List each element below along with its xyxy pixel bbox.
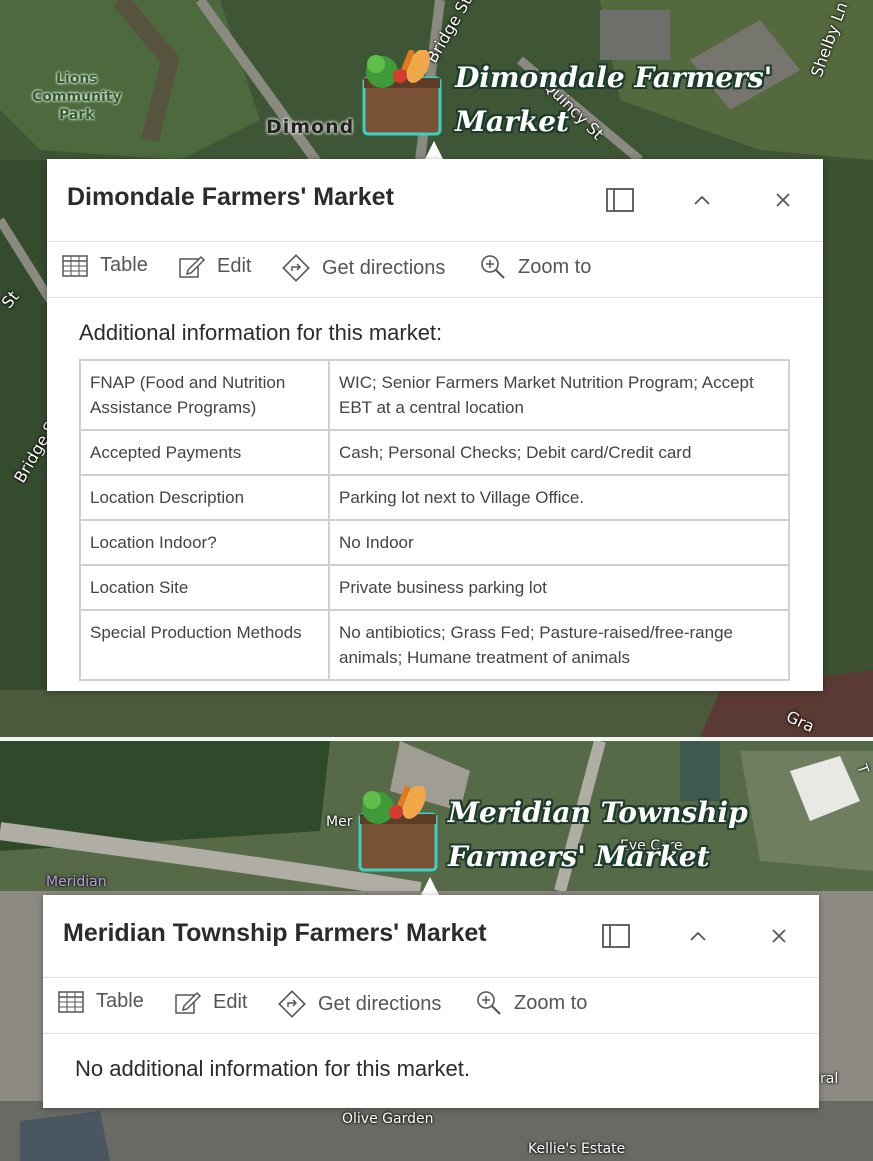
- marker-title[interactable]: Dimondale Farmers' Market: [455, 56, 772, 144]
- table-label: Table: [96, 990, 144, 1012]
- table-row: Location Description Parking lot next to …: [79, 474, 790, 521]
- action-bar: Table Edit Get directions Zoom to: [43, 978, 819, 1034]
- edit-action[interactable]: Edit: [175, 990, 247, 1014]
- zoom-to-label: Zoom to: [518, 255, 592, 278]
- zoom-to-icon: [477, 991, 501, 1015]
- marker-title-line1: Meridian Township: [448, 796, 748, 829]
- action-bar: Table Edit Get directions Zoom to: [47, 242, 823, 298]
- marker-title-line2: Market: [455, 105, 570, 138]
- park-line2: Community: [32, 89, 122, 105]
- table-label: Table: [100, 254, 148, 276]
- table-value: Private business parking lot: [328, 564, 790, 611]
- map-label-place: ral: [820, 1071, 839, 1087]
- table-value: No Indoor: [328, 519, 790, 566]
- no-info-message: No additional information for this marke…: [75, 1056, 470, 1081]
- map-label-place: Meridian: [46, 874, 107, 890]
- dock-icon: [602, 924, 630, 948]
- map-panel-meridian[interactable]: Meridian Mer Eye Care Olive Garden Kelli…: [0, 741, 873, 1161]
- close-icon: [776, 193, 790, 207]
- close-icon: [772, 929, 786, 943]
- edit-action[interactable]: Edit: [179, 254, 251, 278]
- zoom-to-action[interactable]: Zoom to: [476, 990, 587, 1016]
- table-value: Cash; Personal Checks; Debit card/Credit…: [328, 429, 790, 476]
- directions-icon: [282, 254, 310, 282]
- grocery-bag-icon[interactable]: [360, 48, 444, 141]
- edit-icon: [175, 991, 201, 1014]
- map-panel-dimondale[interactable]: Lions Community Park Dimond Bridge St Quin…: [0, 0, 873, 737]
- edit-icon: [179, 255, 205, 278]
- info-table: FNAP (Food and Nutrition Assistance Prog…: [79, 359, 790, 681]
- map-label-park: Lions Community Park: [32, 70, 122, 124]
- map-label-town: Dimond: [266, 116, 355, 138]
- collapse-icon: [694, 195, 710, 205]
- directions-action[interactable]: Get directions: [282, 254, 445, 282]
- table-row: Location Site Private business parking lo…: [79, 564, 790, 611]
- collapse-button[interactable]: [685, 183, 719, 217]
- map-label-place: Kellie's Estate: [528, 1141, 626, 1157]
- table-key: Special Production Methods: [79, 609, 330, 681]
- popup: Meridian Township Farmers' Market Table …: [43, 895, 819, 1108]
- table-key: Accepted Payments: [79, 429, 330, 476]
- zoom-to-icon: [481, 255, 505, 279]
- table-key: Location Site: [79, 564, 330, 611]
- table-value: Parking lot next to Village Office.: [328, 474, 790, 521]
- edit-label: Edit: [213, 990, 248, 1013]
- table-action[interactable]: Table: [62, 254, 148, 277]
- park-line1: Lions: [55, 71, 98, 87]
- table-action[interactable]: Table: [58, 990, 144, 1013]
- dock-button[interactable]: [599, 919, 633, 953]
- popup-content: Additional information for this market: …: [47, 298, 823, 681]
- dock-icon: [606, 188, 634, 212]
- table-icon: [58, 990, 84, 1013]
- popup-pointer: [425, 141, 443, 159]
- table-icon: [62, 254, 88, 277]
- directions-label: Get directions: [318, 992, 442, 1015]
- table-row: Accepted Payments Cash; Personal Checks; …: [79, 429, 790, 476]
- marker-title[interactable]: Meridian Township Farmers' Market: [448, 791, 748, 879]
- collapse-icon: [690, 931, 706, 941]
- grocery-bag-icon[interactable]: [356, 784, 440, 877]
- map-label-place: Olive Garden: [342, 1111, 434, 1127]
- table-value: WIC; Senior Farmers Market Nutrition Pro…: [328, 359, 790, 431]
- popup-pointer: [421, 877, 439, 895]
- table-key: Location Description: [79, 474, 330, 521]
- zoom-to-label: Zoom to: [514, 991, 588, 1014]
- directions-label: Get directions: [322, 256, 446, 279]
- directions-action[interactable]: Get directions: [278, 990, 441, 1018]
- info-heading: Additional information for this market:: [79, 320, 443, 345]
- popup: Dimondale Farmers' Market Table Edit Get…: [47, 159, 823, 691]
- collapse-button[interactable]: [681, 919, 715, 953]
- map-label-place: Mer: [326, 814, 353, 830]
- popup-header: Meridian Township Farmers' Market: [43, 895, 819, 978]
- table-row: Special Production Methods No antibiotics…: [79, 609, 790, 681]
- directions-icon: [278, 990, 306, 1018]
- popup-header: Dimondale Farmers' Market: [47, 159, 823, 242]
- table-key: Location Indoor?: [79, 519, 330, 566]
- table-row: FNAP (Food and Nutrition Assistance Prog…: [79, 359, 790, 431]
- edit-label: Edit: [217, 254, 252, 277]
- table-row: Location Indoor? No Indoor: [79, 519, 790, 566]
- close-button[interactable]: [762, 919, 796, 953]
- table-key: FNAP (Food and Nutrition Assistance Prog…: [79, 359, 330, 431]
- marker-title-line1: Dimondale Farmers': [455, 61, 773, 94]
- zoom-to-action[interactable]: Zoom to: [480, 254, 591, 280]
- table-value: No antibiotics; Grass Fed; Pasture-raise…: [328, 609, 790, 681]
- close-button[interactable]: [766, 183, 800, 217]
- park-line3: Park: [59, 107, 95, 123]
- popup-title: Meridian Township Farmers' Market: [63, 919, 487, 947]
- popup-title: Dimondale Farmers' Market: [67, 183, 394, 211]
- dock-button[interactable]: [603, 183, 637, 217]
- marker-title-line2: Farmers' Market: [448, 840, 710, 873]
